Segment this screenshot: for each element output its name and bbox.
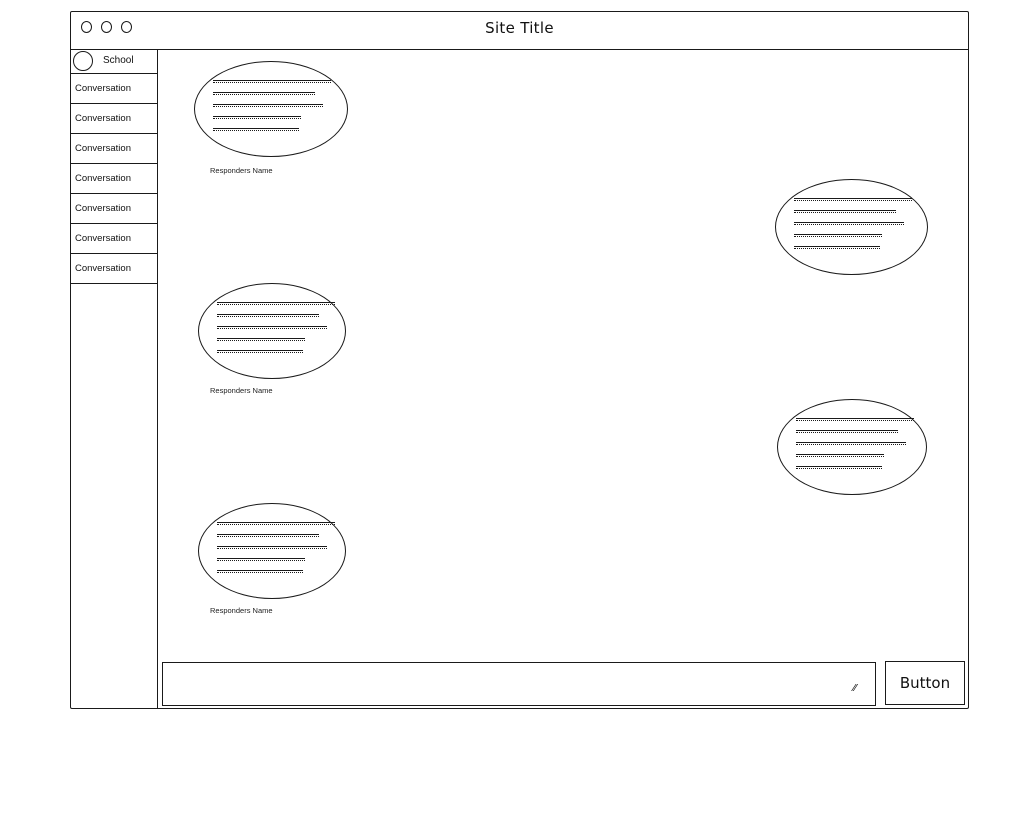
sidebar-item-conversation[interactable]: Conversation: [71, 224, 157, 254]
responder-name: Responders Name: [210, 386, 273, 395]
placeholder-text-lines: [213, 80, 331, 140]
sidebar: School Conversation Conversation Convers…: [71, 50, 158, 708]
placeholder-text-lines: [796, 418, 914, 478]
school-label: School: [103, 55, 134, 66]
sidebar-item-conversation[interactable]: Conversation: [71, 194, 157, 224]
avatar-circle-icon: [73, 51, 93, 71]
send-button[interactable]: Button: [885, 661, 965, 705]
message-bubble: [198, 283, 346, 379]
site-title: Site Title: [485, 19, 554, 37]
sidebar-item-conversation[interactable]: Conversation: [71, 134, 157, 164]
message-bubble: [194, 61, 348, 157]
message-bubble: [198, 503, 346, 599]
placeholder-text-lines: [217, 302, 335, 362]
sidebar-item-conversation[interactable]: Conversation: [71, 104, 157, 134]
title-bar: Site Title: [71, 12, 968, 50]
sidebar-item-conversation[interactable]: Conversation: [71, 254, 157, 284]
message-bubble: [775, 179, 928, 275]
placeholder-text-lines: [217, 522, 335, 582]
app-window: Site Title School Conversation Conversat…: [70, 11, 969, 709]
message-bubble: [777, 399, 927, 495]
sidebar-item-conversation[interactable]: Conversation: [71, 74, 157, 104]
chat-area: Responders Name Responders Name Responde…: [158, 50, 968, 660]
message-input[interactable]: [162, 662, 876, 706]
placeholder-text-lines: [794, 198, 912, 258]
responder-name: Responders Name: [210, 166, 273, 175]
sidebar-header[interactable]: School: [71, 50, 157, 74]
responder-name: Responders Name: [210, 606, 273, 615]
sidebar-item-conversation[interactable]: Conversation: [71, 164, 157, 194]
